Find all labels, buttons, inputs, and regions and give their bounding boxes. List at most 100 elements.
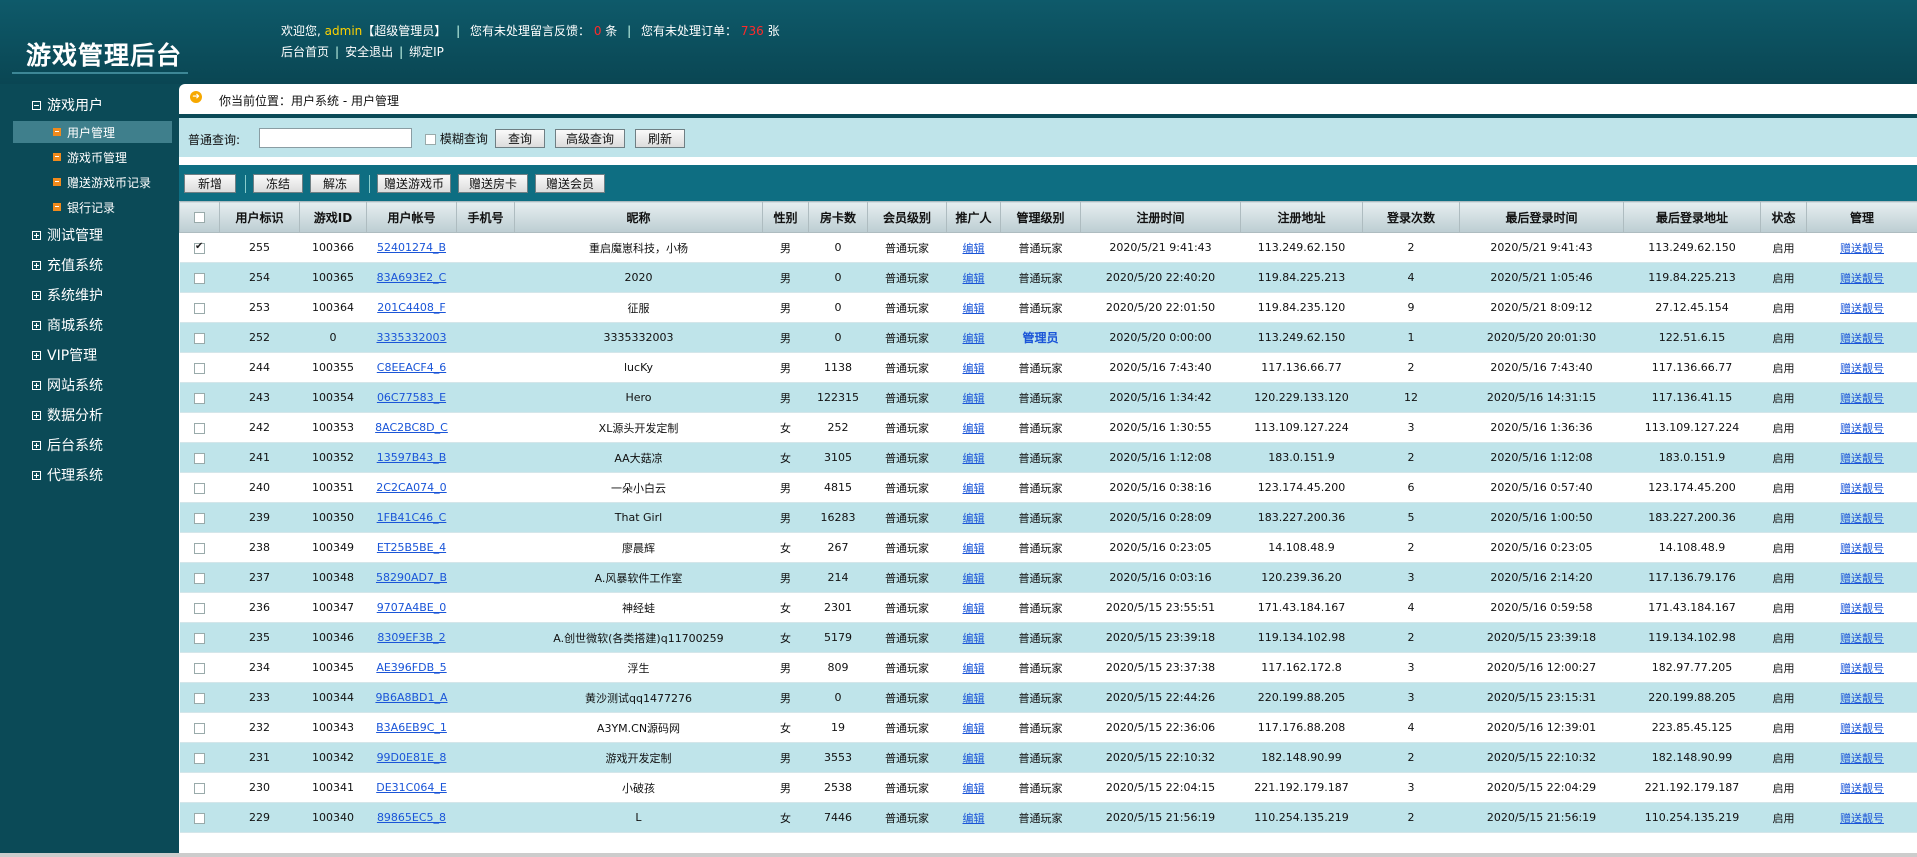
search-input[interactable] bbox=[259, 128, 412, 148]
gift-number-link[interactable]: 赠送靓号 bbox=[1840, 692, 1884, 705]
logout-link[interactable]: 安全退出 bbox=[345, 45, 393, 59]
row-checkbox[interactable] bbox=[194, 392, 205, 404]
menu-group-recharge[interactable]: 充值系统 bbox=[32, 255, 103, 275]
account-link[interactable]: 89865EC5_8 bbox=[377, 811, 446, 824]
account-link[interactable]: 201C4408_F bbox=[377, 301, 446, 314]
gift-cards-button[interactable]: 赠送房卡 bbox=[458, 174, 528, 193]
account-link[interactable]: AE396FDB_5 bbox=[376, 661, 446, 674]
edit-promoter-link[interactable]: 编辑 bbox=[963, 452, 985, 465]
fuzzy-checkbox[interactable] bbox=[425, 134, 436, 145]
gift-number-link[interactable]: 赠送靓号 bbox=[1840, 632, 1884, 645]
edit-promoter-link[interactable]: 编辑 bbox=[963, 422, 985, 435]
account-link[interactable]: 8AC2BC8D_C bbox=[375, 421, 448, 434]
account-link[interactable]: B3A6EB9C_1 bbox=[376, 721, 447, 734]
row-select-cell[interactable] bbox=[179, 232, 220, 263]
edit-promoter-link[interactable]: 编辑 bbox=[963, 752, 985, 765]
edit-promoter-link[interactable]: 编辑 bbox=[963, 332, 985, 345]
row-select-cell[interactable] bbox=[179, 742, 220, 773]
edit-promoter-link[interactable]: 编辑 bbox=[963, 692, 985, 705]
add-button[interactable]: 新增 bbox=[184, 174, 236, 193]
menu-group-analytics[interactable]: 数据分析 bbox=[32, 405, 103, 425]
sidebar-item-coin-gift-records[interactable]: 赠送游戏币记录 bbox=[13, 171, 172, 193]
edit-promoter-link[interactable]: 编辑 bbox=[963, 242, 985, 255]
menu-group-test[interactable]: 测试管理 bbox=[32, 225, 103, 245]
edit-promoter-link[interactable]: 编辑 bbox=[963, 272, 985, 285]
row-select-cell[interactable] bbox=[179, 502, 220, 533]
account-link[interactable]: 1FB41C46_C bbox=[377, 511, 447, 524]
menu-group-mall[interactable]: 商城系统 bbox=[32, 315, 103, 335]
row-select-cell[interactable] bbox=[179, 352, 220, 383]
row-select-cell[interactable] bbox=[179, 472, 220, 503]
gift-number-link[interactable]: 赠送靓号 bbox=[1840, 482, 1884, 495]
row-checkbox[interactable] bbox=[194, 662, 205, 674]
row-select-cell[interactable] bbox=[179, 442, 220, 473]
menu-group-agent[interactable]: 代理系统 bbox=[32, 465, 103, 485]
select-all-checkbox[interactable] bbox=[194, 212, 205, 223]
row-checkbox[interactable] bbox=[194, 512, 205, 524]
account-link[interactable]: 13597B43_B bbox=[377, 451, 447, 464]
row-checkbox[interactable] bbox=[194, 632, 205, 644]
select-all-header[interactable] bbox=[179, 201, 220, 233]
refresh-button[interactable]: 刷新 bbox=[635, 129, 685, 148]
gift-number-link[interactable]: 赠送靓号 bbox=[1840, 752, 1884, 765]
edit-promoter-link[interactable]: 编辑 bbox=[963, 632, 985, 645]
row-select-cell[interactable] bbox=[179, 622, 220, 653]
edit-promoter-link[interactable]: 编辑 bbox=[963, 812, 985, 825]
account-link[interactable]: 9B6A8BD1_A bbox=[375, 691, 447, 704]
account-link[interactable]: ET25B5BE_4 bbox=[377, 541, 446, 554]
edit-promoter-link[interactable]: 编辑 bbox=[963, 782, 985, 795]
row-checkbox[interactable] bbox=[194, 812, 205, 824]
row-checkbox[interactable] bbox=[194, 692, 205, 704]
row-select-cell[interactable] bbox=[179, 772, 220, 803]
row-checkbox[interactable] bbox=[194, 422, 205, 434]
gift-number-link[interactable]: 赠送靓号 bbox=[1840, 812, 1884, 825]
account-link[interactable]: DE31C064_E bbox=[376, 781, 447, 794]
row-select-cell[interactable] bbox=[179, 652, 220, 683]
account-link[interactable]: 2C2CA074_0 bbox=[376, 481, 446, 494]
edit-promoter-link[interactable]: 编辑 bbox=[963, 722, 985, 735]
account-link[interactable]: 9707A4BE_0 bbox=[377, 601, 447, 614]
account-link[interactable]: 3335332003 bbox=[377, 331, 447, 344]
account-link[interactable]: C8EEACF4_6 bbox=[377, 361, 446, 374]
row-select-cell[interactable] bbox=[179, 412, 220, 443]
account-link[interactable]: 06C77583_E bbox=[377, 391, 446, 404]
row-select-cell[interactable] bbox=[179, 322, 220, 353]
row-checkbox[interactable] bbox=[194, 241, 205, 254]
gift-number-link[interactable]: 赠送靓号 bbox=[1840, 512, 1884, 525]
row-select-cell[interactable] bbox=[179, 562, 220, 593]
gift-number-link[interactable]: 赠送靓号 bbox=[1840, 602, 1884, 615]
row-select-cell[interactable] bbox=[179, 292, 220, 323]
account-link[interactable]: 83A693E2_C bbox=[377, 271, 447, 284]
sidebar-item-coin-management[interactable]: 游戏币管理 bbox=[13, 146, 172, 168]
gift-number-link[interactable]: 赠送靓号 bbox=[1840, 272, 1884, 285]
account-link[interactable]: 8309EF3B_2 bbox=[377, 631, 445, 644]
sidebar-item-bank-records[interactable]: 银行记录 bbox=[13, 196, 172, 218]
edit-promoter-link[interactable]: 编辑 bbox=[963, 392, 985, 405]
row-checkbox[interactable] bbox=[194, 302, 205, 314]
row-checkbox[interactable] bbox=[194, 332, 205, 344]
row-checkbox[interactable] bbox=[194, 362, 205, 374]
edit-promoter-link[interactable]: 编辑 bbox=[963, 572, 985, 585]
row-checkbox[interactable] bbox=[194, 572, 205, 584]
gift-number-link[interactable]: 赠送靓号 bbox=[1840, 572, 1884, 585]
gift-number-link[interactable]: 赠送靓号 bbox=[1840, 362, 1884, 375]
edit-promoter-link[interactable]: 编辑 bbox=[963, 362, 985, 375]
gift-number-link[interactable]: 赠送靓号 bbox=[1840, 422, 1884, 435]
gift-number-link[interactable]: 赠送靓号 bbox=[1840, 332, 1884, 345]
row-select-cell[interactable] bbox=[179, 262, 220, 293]
menu-group-website[interactable]: 网站系统 bbox=[32, 375, 103, 395]
advanced-query-button[interactable]: 高级查询 bbox=[555, 129, 625, 148]
sidebar-item-user-management[interactable]: 用户管理 bbox=[13, 121, 172, 143]
row-checkbox[interactable] bbox=[194, 752, 205, 764]
orders-count[interactable]: 736 bbox=[741, 24, 764, 38]
row-checkbox[interactable] bbox=[194, 722, 205, 734]
gift-number-link[interactable]: 赠送靓号 bbox=[1840, 662, 1884, 675]
gift-number-link[interactable]: 赠送靓号 bbox=[1840, 242, 1884, 255]
menu-group-game-users[interactable]: 游戏用户 bbox=[32, 95, 103, 115]
gift-number-link[interactable]: 赠送靓号 bbox=[1840, 392, 1884, 405]
row-select-cell[interactable] bbox=[179, 382, 220, 413]
row-select-cell[interactable] bbox=[179, 712, 220, 743]
gift-number-link[interactable]: 赠送靓号 bbox=[1840, 452, 1884, 465]
row-checkbox[interactable] bbox=[194, 482, 205, 494]
account-link[interactable]: 58290AD7_B bbox=[376, 571, 447, 584]
